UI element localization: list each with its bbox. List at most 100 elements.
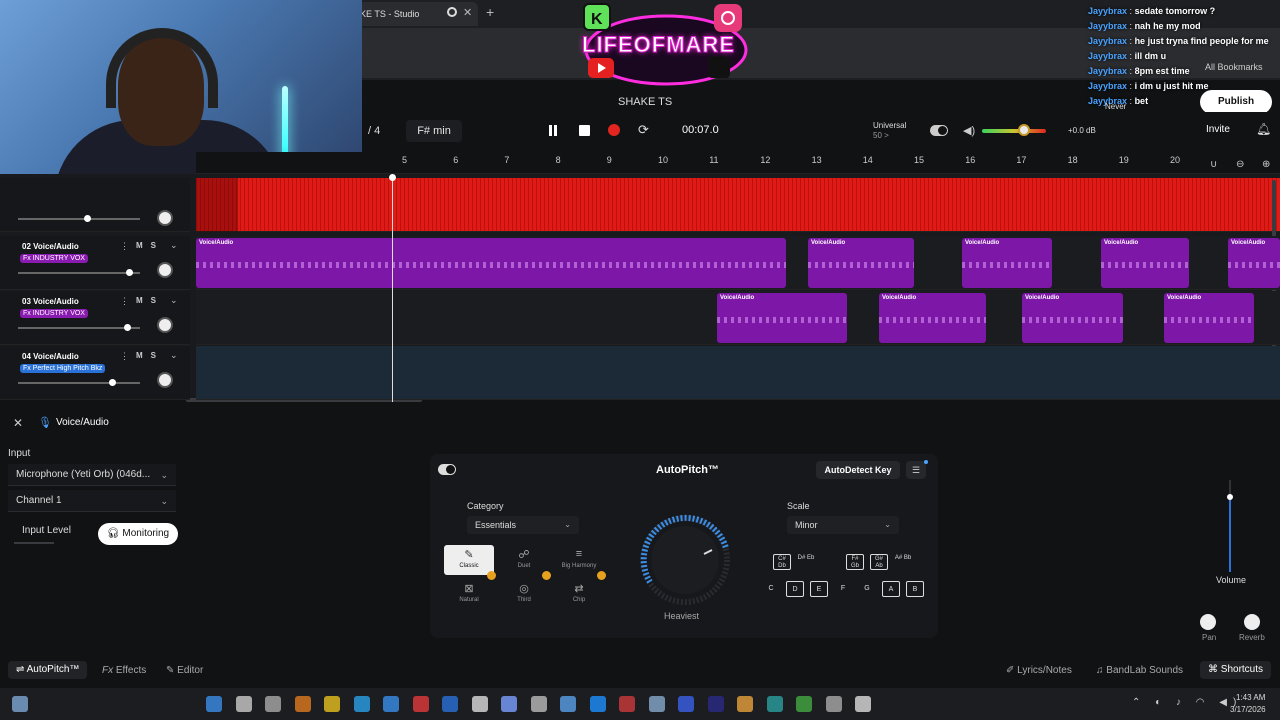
master-volume-thumb[interactable] (1018, 124, 1030, 136)
system-tray-icons[interactable]: ⌃ ◐ ♪ ◠ ◀) (1132, 697, 1242, 708)
master-volume-slider[interactable] (982, 129, 1046, 133)
scale-key-natural[interactable]: F (834, 581, 852, 597)
tab-shortcuts[interactable]: ⌘ Shortcuts (1200, 661, 1272, 679)
tab-editor[interactable]: ✎ Editor (166, 665, 203, 676)
snap-magnet-icon[interactable]: ∪ (1210, 159, 1217, 170)
audio-clip[interactable]: Voice/Audio (808, 238, 914, 288)
track-menu-icon[interactable]: ⋮ (120, 296, 129, 307)
chevron-down-icon[interactable]: ⌄ (170, 350, 178, 361)
taskbar-app-icon[interactable] (855, 696, 871, 712)
track-volume-thumb[interactable] (123, 324, 131, 331)
track-pan-knob[interactable] (157, 210, 173, 226)
solo-button[interactable]: S (151, 296, 164, 305)
audio-clip[interactable]: Voice/Audio (717, 293, 847, 343)
autopitch-toggle[interactable] (438, 464, 456, 475)
preset-natural[interactable]: ⊠ Natural (444, 579, 494, 609)
track-lane-01[interactable] (196, 178, 1280, 232)
taskbar-app-icon[interactable] (412, 696, 429, 712)
track-volume-thumb[interactable] (126, 269, 134, 276)
taskbar-app-icon[interactable] (235, 696, 252, 712)
weather-icon[interactable] (12, 696, 28, 712)
mute-button[interactable]: M (136, 241, 151, 250)
tab-close-icon[interactable]: ✕ (463, 6, 472, 19)
scale-key-natural[interactable]: E (810, 581, 828, 597)
taskbar-app-icon[interactable] (265, 696, 281, 712)
tab-bandlab-sounds[interactable]: ♫ BandLab Sounds (1096, 665, 1183, 676)
tab-lyrics-notes[interactable]: ✐ Lyrics/Notes (1006, 665, 1072, 676)
sliders-icon[interactable]: ☰ (906, 461, 926, 479)
audio-clip[interactable]: Voice/Audio (1228, 238, 1280, 288)
track-menu-icon[interactable]: ⋮ (120, 351, 129, 362)
track-volume-slider[interactable] (18, 379, 140, 386)
track-pan-knob[interactable] (157, 317, 173, 333)
solo-button[interactable]: S (151, 351, 164, 360)
publish-button[interactable]: Publish (1200, 90, 1272, 114)
chevron-down-icon[interactable]: ⌄ (170, 240, 178, 251)
taskbar-app-icon[interactable] (619, 696, 635, 712)
audio-clip[interactable]: Voice/Audio (962, 238, 1052, 288)
zoom-in-icon[interactable]: ⊕ (1262, 159, 1270, 170)
track-volume-slider[interactable] (18, 324, 140, 331)
taskbar-app-icon[interactable] (766, 696, 783, 712)
monitoring-button[interactable]: 🎧︎ Monitoring (98, 523, 178, 545)
pause-icon[interactable] (546, 124, 560, 138)
taskbar-app-icon[interactable] (530, 696, 547, 712)
bell-icon[interactable]: 🔔︎ (1256, 122, 1271, 136)
preset-big-harmony[interactable]: ≡ Big Harmony (554, 545, 604, 575)
taskbar-app-icon[interactable] (501, 696, 517, 712)
scale-key-sharp[interactable]: F# Gb (846, 554, 864, 570)
scale-key-natural[interactable]: B (906, 581, 924, 597)
close-icon[interactable]: ✕ (13, 416, 23, 430)
scale-key-sharp[interactable]: G# Ab (870, 554, 888, 570)
input-device-select[interactable]: Microphone (Yeti Orb) (046d... ⌄ (8, 464, 176, 486)
autodetect-key-button[interactable]: AutoDetect Key (816, 461, 900, 479)
track-volume-slider[interactable] (18, 215, 140, 222)
track-lane[interactable] (196, 346, 1280, 400)
loop-icon[interactable]: ⟳ (638, 122, 649, 138)
universal-label[interactable]: Universal 50 > (873, 121, 906, 141)
solo-button[interactable]: S (151, 241, 164, 250)
channel-select[interactable]: Channel 1 ⌄ (8, 490, 176, 512)
taskbar-app-icon[interactable] (206, 696, 222, 712)
tab-effects[interactable]: Fx Effects (102, 665, 146, 676)
taskbar-app-icon[interactable] (589, 696, 606, 712)
audio-clip[interactable]: Voice/Audio (196, 238, 786, 288)
track-fx-badge[interactable]: Fx Perfect High Pitch Bkz (20, 364, 106, 373)
tab-autopitch[interactable]: ⇌ AutoPitch™ (8, 661, 88, 679)
preset-classic[interactable]: ✎ Classic (444, 545, 494, 575)
scale-key-sharp[interactable]: D# Eb (797, 554, 815, 570)
scale-key-natural[interactable]: C (762, 581, 780, 597)
stop-icon[interactable] (579, 125, 590, 136)
invite-button[interactable]: Invite (1206, 124, 1230, 135)
universal-toggle[interactable] (930, 125, 948, 136)
taskbar-app-icon[interactable] (353, 696, 370, 712)
taskbar-app-icon[interactable] (442, 696, 458, 712)
speaker-icon[interactable]: ◀) (963, 124, 975, 137)
key-button[interactable]: F# min (406, 120, 462, 142)
preset-duet[interactable]: ☍ Duet (499, 545, 549, 575)
taskbar-app-icon[interactable] (294, 696, 311, 712)
new-tab-button[interactable]: + (486, 4, 494, 20)
reverb-knob[interactable] (1244, 614, 1260, 630)
track-lane[interactable]: Voice/Audio Voice/Audio Voice/Audio Voice/A… (196, 291, 1280, 345)
track-fx-badge[interactable]: Fx INDUSTRY VOX (20, 309, 88, 318)
taskbar-app-icon[interactable] (796, 696, 812, 712)
pan-knob[interactable] (1200, 614, 1216, 630)
taskbar-app-icon[interactable] (383, 696, 399, 712)
taskbar-app-icon[interactable] (471, 696, 488, 712)
track-fx-badge[interactable]: Fx INDUSTRY VOX (20, 254, 88, 263)
taskbar-app-icon[interactable] (560, 696, 576, 712)
scale-key-natural[interactable]: D (786, 581, 804, 597)
scale-key-sharp[interactable]: C# Db (773, 554, 791, 570)
autopitch-dial[interactable] (632, 508, 742, 606)
track-pan-knob[interactable] (157, 262, 173, 278)
mute-button[interactable]: M (136, 296, 151, 305)
record-icon[interactable] (608, 124, 620, 136)
track-volume-slider[interactable] (18, 269, 140, 276)
taskbar-app-icon[interactable] (678, 696, 694, 712)
mute-button[interactable]: M (136, 351, 151, 360)
audio-clip[interactable]: Voice/Audio (1101, 238, 1189, 288)
preset-third[interactable]: ◎ Third (499, 579, 549, 609)
scale-select[interactable]: Minor ⌄ (787, 516, 899, 534)
zoom-out-icon[interactable]: ⊖ (1236, 159, 1244, 170)
